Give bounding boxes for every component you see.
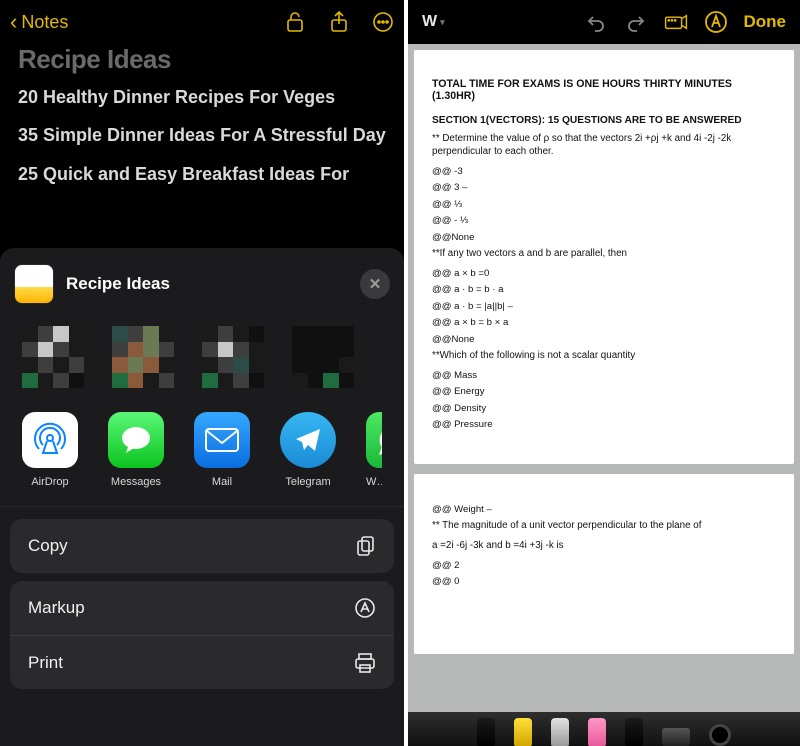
- answer-option: @@ a · b = b · a: [432, 284, 776, 296]
- pencil-tool[interactable]: [551, 718, 569, 746]
- app-label: Messages: [108, 476, 164, 488]
- section-heading: SECTION 1(VECTORS): 15 QUESTIONS ARE TO …: [432, 114, 776, 127]
- question-text: **Which of the following is not a scalar…: [432, 350, 776, 363]
- answer-option: @@ Pressure: [432, 419, 776, 431]
- answer-option: @@ Energy: [432, 386, 776, 398]
- messages-icon: [108, 412, 164, 468]
- markup-icon: [354, 597, 376, 619]
- share-action-list: Copy Markup Print: [0, 507, 404, 689]
- answer-option: @@None: [432, 232, 776, 244]
- share-contact[interactable]: [292, 326, 354, 388]
- question-text: **If any two vectors a and b are paralle…: [432, 248, 776, 261]
- ruler-tool[interactable]: [662, 728, 690, 746]
- page-heading: TOTAL TIME FOR EXAMS IS ONE HOURS THIRTY…: [432, 78, 776, 102]
- redo-icon[interactable]: [624, 10, 648, 34]
- printer-icon: [354, 653, 376, 673]
- whatsapp-icon: [366, 412, 382, 468]
- chevron-left-icon: ‹: [10, 9, 17, 35]
- document-page: TOTAL TIME FOR EXAMS IS ONE HOURS THIRTY…: [414, 50, 794, 464]
- font-weight-menu[interactable]: W ▾: [422, 13, 445, 31]
- mail-icon: [194, 412, 250, 468]
- markup-toggle-icon[interactable]: [704, 10, 728, 34]
- action-label: Print: [28, 653, 63, 673]
- note-title: Recipe Ideas: [18, 44, 386, 75]
- share-icon[interactable]: [328, 11, 350, 33]
- action-print[interactable]: Print: [10, 635, 394, 689]
- lasso-tool[interactable]: [625, 718, 643, 746]
- notes-app-icon: [14, 264, 54, 304]
- share-contact[interactable]: [22, 326, 84, 388]
- close-button[interactable]: ✕: [360, 269, 390, 299]
- telegram-icon: [280, 412, 336, 468]
- note-line: 25 Quick and Easy Breakfast Ideas For: [18, 162, 386, 186]
- notes-nav-bar: ‹ Notes: [0, 0, 404, 44]
- answer-option: @@ ⅓: [432, 199, 776, 211]
- color-picker[interactable]: [709, 724, 731, 746]
- done-label: Done: [744, 12, 787, 31]
- share-sheet-title: Recipe Ideas: [66, 274, 170, 294]
- close-icon: ✕: [369, 275, 382, 293]
- share-contact[interactable]: [202, 326, 264, 388]
- back-label: Notes: [21, 12, 68, 33]
- answer-option: @@ - ⅓: [432, 215, 776, 227]
- document-viewport[interactable]: TOTAL TIME FOR EXAMS IS ONE HOURS THIRTY…: [414, 50, 794, 710]
- share-contact[interactable]: [112, 326, 174, 388]
- answer-option: @@ a × b =0: [432, 268, 776, 280]
- w-label: W: [422, 13, 437, 31]
- share-sheet: Recipe Ideas ✕ AirDrop Mes: [0, 248, 404, 746]
- share-app-messages[interactable]: Messages: [108, 412, 164, 488]
- eraser-tool[interactable]: [588, 718, 606, 746]
- markup-tool-tray: [408, 712, 800, 746]
- chevron-down-icon: ▾: [440, 17, 445, 28]
- answer-option: @@ a · b = |a||b| –: [432, 301, 776, 313]
- share-sheet-header: Recipe Ideas ✕: [0, 254, 404, 316]
- lock-icon[interactable]: [284, 11, 306, 33]
- undo-icon[interactable]: [584, 10, 608, 34]
- answer-option: @@ a × b = b × a: [432, 317, 776, 329]
- answer-option: @@ 0: [432, 576, 776, 588]
- question-text: ** The magnitude of a unit vector perpen…: [432, 520, 776, 533]
- airdrop-icon: [22, 412, 78, 468]
- answer-option: @@ Density: [432, 403, 776, 415]
- share-app-airdrop[interactable]: AirDrop: [22, 412, 78, 488]
- done-button[interactable]: Done: [744, 12, 787, 32]
- answer-option: @@ 3 –: [432, 182, 776, 194]
- more-icon[interactable]: [372, 11, 394, 33]
- markup-nav-bar: W ▾ Done: [408, 0, 800, 44]
- note-line: 35 Simple Dinner Ideas For A Stressful D…: [18, 123, 386, 147]
- answer-option: @@ 2: [432, 560, 776, 572]
- markup-pane: W ▾ Done TOTAL TIME FOR EXAMS IS ONE HOU…: [408, 0, 800, 746]
- highlighter-tool[interactable]: [514, 718, 532, 746]
- document-page: @@ Weight – ** The magnitude of a unit v…: [414, 474, 794, 654]
- answer-option: @@ Mass: [432, 370, 776, 382]
- note-body: Recipe Ideas 20 Healthy Dinner Recipes F…: [0, 44, 404, 186]
- copy-icon: [356, 535, 376, 557]
- pen-tool[interactable]: [477, 718, 495, 746]
- annotate-icon[interactable]: [664, 10, 688, 34]
- app-label: AirDrop: [22, 476, 78, 488]
- share-apps-row: AirDrop Messages Mail Telegram: [0, 404, 404, 507]
- answer-option: @@None: [432, 334, 776, 346]
- back-button[interactable]: ‹ Notes: [10, 9, 284, 35]
- question-text: ** Determine the value of ρ so that the …: [432, 133, 776, 158]
- app-label: Wh: [366, 476, 382, 488]
- app-label: Telegram: [280, 476, 336, 488]
- action-markup[interactable]: Markup: [10, 581, 394, 635]
- answer-option: @@ Weight –: [432, 504, 776, 516]
- action-label: Markup: [28, 598, 85, 618]
- notes-pane: ‹ Notes Recipe Ideas 20 Healthy Dinner R…: [0, 0, 404, 746]
- question-desc: a =2i -6j -3k and b =4i +3j -k is: [432, 540, 776, 553]
- answer-option: @@ -3: [432, 166, 776, 178]
- share-contacts-row: [0, 316, 404, 404]
- share-app-mail[interactable]: Mail: [194, 412, 250, 488]
- share-app-whatsapp[interactable]: Wh: [366, 412, 382, 488]
- note-line: 20 Healthy Dinner Recipes For Veges: [18, 85, 386, 109]
- app-label: Mail: [194, 476, 250, 488]
- share-app-telegram[interactable]: Telegram: [280, 412, 336, 488]
- action-label: Copy: [28, 536, 68, 556]
- action-copy[interactable]: Copy: [10, 519, 394, 573]
